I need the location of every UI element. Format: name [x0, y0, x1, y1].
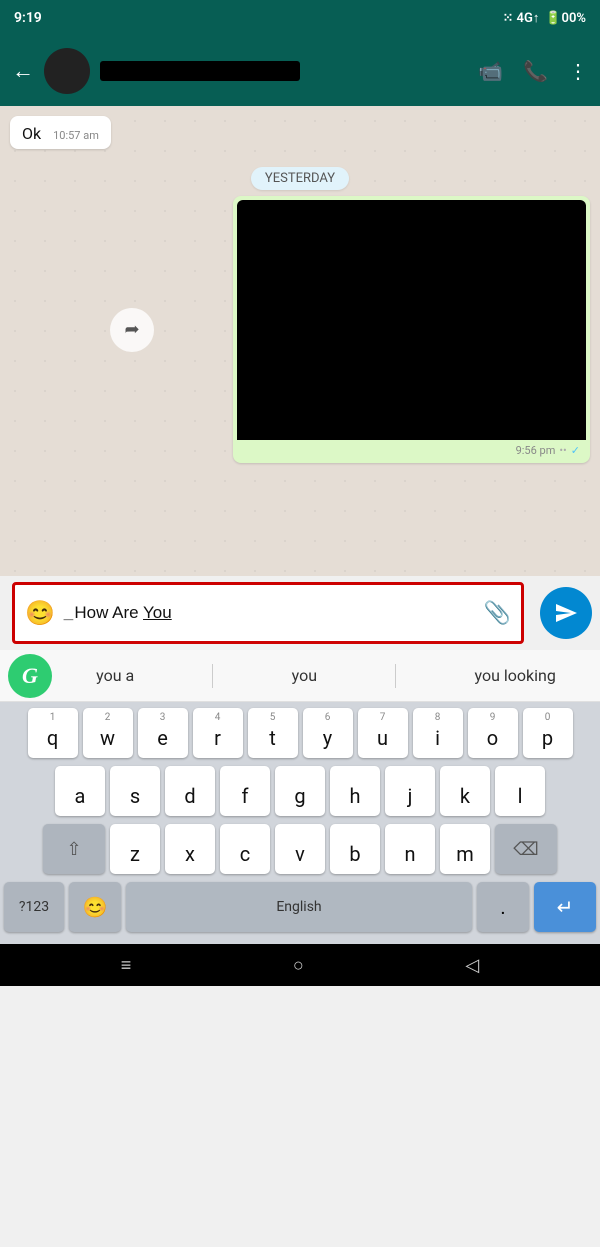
key-v[interactable]: v: [275, 824, 325, 874]
more-options-icon[interactable]: ⋮: [568, 59, 588, 83]
key-l[interactable]: l: [495, 766, 545, 816]
input-bar[interactable]: 😊 _How Are You 📎: [12, 582, 524, 644]
key-z[interactable]: z: [110, 824, 160, 874]
key-s[interactable]: s: [110, 766, 160, 816]
key-g[interactable]: g: [275, 766, 325, 816]
key-k[interactable]: k: [440, 766, 490, 816]
key-n[interactable]: n: [385, 824, 435, 874]
status-time: 9:19: [14, 10, 42, 26]
enter-key[interactable]: ↵: [534, 882, 596, 932]
phone-call-icon[interactable]: 📞: [523, 59, 548, 83]
key-d[interactable]: d: [165, 766, 215, 816]
autocomplete-suggestions: you a you you looking: [52, 664, 600, 688]
status-bar: 9:19 ⁙ 4G↑ 🔋00%: [0, 0, 600, 36]
signal-icon: ⁙ 4G↑: [502, 10, 539, 26]
key-w[interactable]: 2 w: [83, 708, 133, 758]
key-i[interactable]: 8 i: [413, 708, 463, 758]
keyboard: 1 q 2 w 3 e 4 r 5 t 6 y 7 u 8 i: [0, 702, 600, 944]
input-italic-prefix: _: [65, 603, 74, 622]
divider-2: [395, 664, 396, 688]
input-row: 😊 _How Are You 📎: [0, 576, 600, 650]
key-row-4: ?123 😊 English . ↵: [4, 882, 596, 932]
delete-key[interactable]: ⌫: [495, 824, 557, 874]
suggestion-3[interactable]: you looking: [465, 666, 566, 685]
divider-1: [212, 664, 213, 688]
nav-menu-icon[interactable]: ≡: [121, 955, 132, 976]
suggestion-1[interactable]: you a: [86, 666, 144, 685]
keyboard-emoji-icon: 😊: [83, 895, 108, 919]
key-b[interactable]: b: [330, 824, 380, 874]
key-row-3: ⇧ z x c v b n m ⌫: [4, 824, 596, 874]
message-text: Ok: [22, 124, 41, 143]
input-main-text: How Are You: [74, 603, 171, 622]
double-check: ✓: [571, 444, 580, 457]
video-message-bubble: 9:56 pm •• ✓: [233, 196, 590, 463]
key-o[interactable]: 9 o: [468, 708, 518, 758]
shift-icon: ⇧: [66, 839, 81, 860]
key-m[interactable]: m: [440, 824, 490, 874]
avatar[interactable]: [44, 48, 90, 94]
key-c[interactable]: c: [220, 824, 270, 874]
chat-area: Ok 10:57 am YESTERDAY ➦ 9:56 pm •• ✓: [0, 106, 600, 576]
video-call-icon[interactable]: 📹: [478, 59, 503, 83]
date-badge: YESTERDAY: [10, 167, 590, 186]
video-thumbnail[interactable]: [237, 200, 586, 440]
key-e[interactable]: 3 e: [138, 708, 188, 758]
key-h[interactable]: h: [330, 766, 380, 816]
send-button[interactable]: [540, 587, 592, 639]
symbols-key[interactable]: ?123: [4, 882, 64, 932]
key-y[interactable]: 6 y: [303, 708, 353, 758]
video-time-row: 9:56 pm •• ✓: [237, 442, 586, 457]
space-key[interactable]: English: [126, 882, 472, 932]
nav-bar: ≡ ○ ◁: [0, 944, 600, 986]
contact-name-block: [100, 61, 468, 81]
key-q[interactable]: 1 q: [28, 708, 78, 758]
key-p[interactable]: 0 p: [523, 708, 573, 758]
emoji-keyboard-key[interactable]: 😊: [69, 882, 121, 932]
nav-back-icon[interactable]: ◁: [465, 955, 479, 976]
key-u[interactable]: 7 u: [358, 708, 408, 758]
forward-button[interactable]: ➦: [110, 308, 154, 352]
message-input[interactable]: _How Are You: [65, 603, 474, 623]
autocomplete-bar: G you a you you looking: [0, 650, 600, 702]
delete-icon: ⌫: [513, 839, 538, 860]
message-time: 10:57 am: [53, 129, 99, 142]
contact-name-redacted: [100, 61, 300, 81]
status-bar-right: ⁙ 4G↑ 🔋00%: [502, 10, 586, 26]
key-j[interactable]: j: [385, 766, 435, 816]
key-a[interactable]: a: [55, 766, 105, 816]
battery-icon: 🔋00%: [545, 11, 586, 26]
key-f[interactable]: f: [220, 766, 270, 816]
shift-key[interactable]: ⇧: [43, 824, 105, 874]
key-row-1: 1 q 2 w 3 e 4 r 5 t 6 y 7 u 8 i: [4, 708, 596, 758]
key-r[interactable]: 4 r: [193, 708, 243, 758]
key-row-2: a s d f g h j k l: [4, 766, 596, 816]
chat-header: ← 📹 📞 ⋮: [0, 36, 600, 106]
message-bubble-incoming: Ok 10:57 am: [10, 116, 111, 149]
key-t[interactable]: 5 t: [248, 708, 298, 758]
key-x[interactable]: x: [165, 824, 215, 874]
nav-home-icon[interactable]: ○: [293, 955, 304, 976]
suggestion-2[interactable]: you: [282, 666, 327, 685]
enter-icon: ↵: [557, 895, 574, 919]
grammarly-logo[interactable]: G: [8, 654, 52, 698]
back-button[interactable]: ←: [12, 58, 34, 84]
attach-button[interactable]: 📎: [484, 601, 511, 626]
header-actions: 📹 📞 ⋮: [478, 59, 588, 83]
emoji-button[interactable]: 😊: [25, 599, 55, 627]
period-key[interactable]: .: [477, 882, 529, 932]
video-time: 9:56 pm: [516, 444, 556, 457]
read-dots: ••: [559, 444, 566, 457]
